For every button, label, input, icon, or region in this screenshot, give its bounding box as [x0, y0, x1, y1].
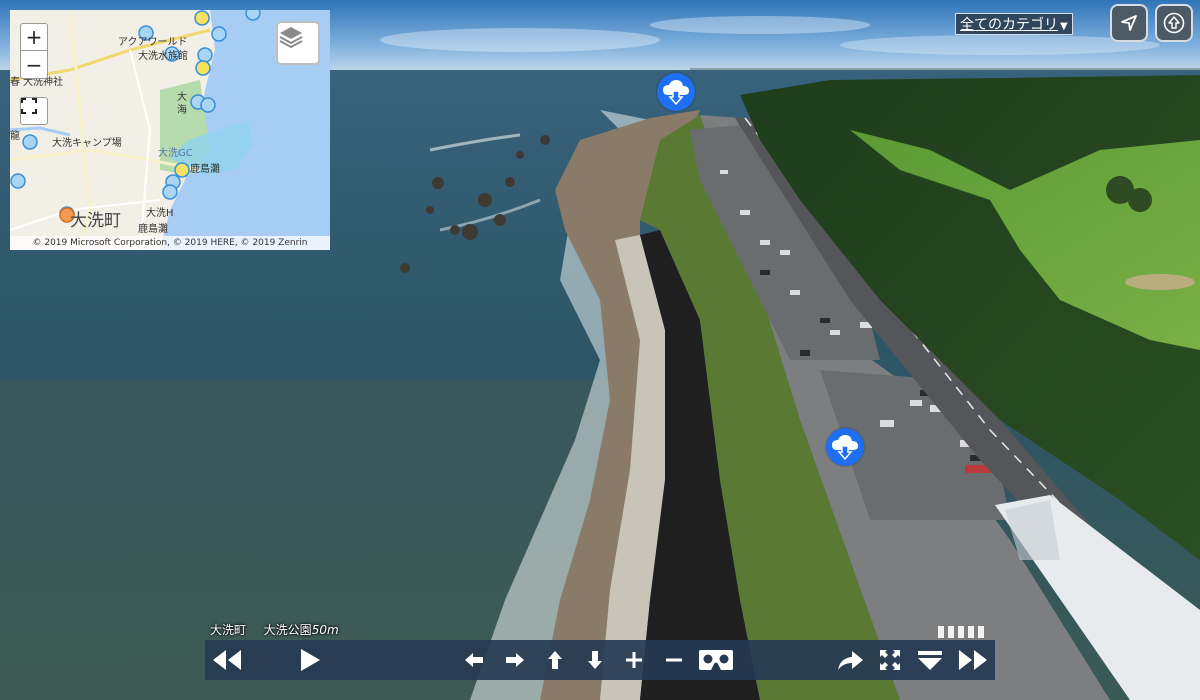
pan-right-button[interactable]: [501, 640, 529, 680]
zoom-out-button[interactable]: −: [20, 51, 48, 79]
map-copyright: © 2019 Microsoft Corporation, © 2019 HER…: [10, 236, 330, 250]
caption-place: 大洗町: [210, 623, 247, 637]
map-marker[interactable]: [197, 47, 213, 63]
up-arrow-circle-icon: [1163, 12, 1185, 34]
minus-icon: [666, 658, 682, 662]
plus-icon: [626, 652, 642, 668]
rewind-icon: [213, 650, 241, 670]
fullscreen-icon: [880, 650, 900, 670]
fast-forward-icon: [959, 650, 987, 670]
caption-altitude: 50m: [311, 623, 339, 637]
map-marker[interactable]: [162, 184, 178, 200]
previous-scene-button[interactable]: [207, 640, 247, 680]
map-label-suizokukan: 大洗水族館: [138, 51, 188, 62]
map-marker[interactable]: [200, 97, 216, 113]
layers-icon: [279, 27, 303, 49]
hide-controls-button[interactable]: [913, 640, 947, 680]
play-button[interactable]: [290, 640, 330, 680]
share-arrow-icon: [838, 651, 863, 670]
navigation-arrow-icon: [1121, 15, 1137, 31]
map-marker[interactable]: [195, 60, 211, 76]
category-label: 全てのカテゴリ: [960, 17, 1058, 33]
next-scene-button[interactable]: [953, 640, 993, 680]
hotspot-link[interactable]: [826, 428, 864, 466]
chevron-down-icon: ▼: [1060, 21, 1068, 32]
map-label-kashimanada-2: 鹿島灘: [138, 224, 168, 235]
map-marker[interactable]: [211, 26, 227, 42]
collapse-icon: [918, 651, 942, 670]
map-label-town: 大洗町: [70, 211, 121, 231]
map-label-kashimanada: 鹿島灘: [190, 164, 220, 175]
map-label-left-2: 龍: [10, 131, 20, 142]
arrow-right-icon: [506, 653, 524, 667]
caption-spot: 大洗公園: [263, 623, 312, 637]
cloud-download-icon: [832, 435, 858, 461]
category-dropdown[interactable]: 全てのカテゴリ ▼: [955, 13, 1073, 35]
pan-up-button[interactable]: [541, 640, 569, 680]
viewer-control-bar: [205, 640, 995, 680]
arrow-up-icon: [548, 651, 562, 669]
map-label-sea-2: 海: [177, 105, 187, 116]
map-label-golf: 大洗GC: [158, 148, 193, 159]
minimap[interactable]: アクアワールド 大洗水族館 大洗神社 春 龍 大洗キャンプ場 大 海 大洗GC …: [10, 10, 330, 250]
vr-goggles-icon: [699, 650, 733, 670]
map-marker[interactable]: [22, 134, 38, 150]
vr-mode-button[interactable]: [695, 640, 737, 680]
zoom-out-view-button[interactable]: [660, 640, 688, 680]
map-marker[interactable]: [174, 162, 190, 178]
zoom-in-view-button[interactable]: [620, 640, 648, 680]
play-icon: [301, 649, 320, 671]
locate-button[interactable]: [1110, 4, 1148, 42]
hotspot-link[interactable]: [657, 73, 695, 111]
map-label-oarai-h: 大洗H: [146, 208, 174, 219]
map-fullscreen-button[interactable]: [20, 97, 48, 125]
location-caption: 大洗町 大洗公園50m: [210, 621, 339, 638]
pan-down-button[interactable]: [581, 640, 609, 680]
expand-icon: [21, 98, 37, 114]
share-button[interactable]: [833, 640, 867, 680]
map-marker[interactable]: [194, 10, 210, 26]
map-marker[interactable]: [245, 10, 261, 21]
map-marker[interactable]: [10, 173, 26, 189]
arrow-down-icon: [588, 651, 602, 669]
back-to-top-button[interactable]: [1155, 4, 1193, 42]
arrow-left-icon: [465, 653, 483, 667]
fullscreen-button[interactable]: [875, 640, 905, 680]
layers-button[interactable]: [276, 21, 320, 65]
zoom-in-button[interactable]: +: [20, 23, 48, 51]
map-label-aquaworld: アクアワールド: [118, 37, 188, 48]
pan-left-button[interactable]: [460, 640, 488, 680]
cloud-download-icon: [663, 80, 689, 106]
map-label-left-1: 春: [10, 77, 20, 88]
map-label-campsite: 大洗キャンプ場: [52, 138, 122, 149]
